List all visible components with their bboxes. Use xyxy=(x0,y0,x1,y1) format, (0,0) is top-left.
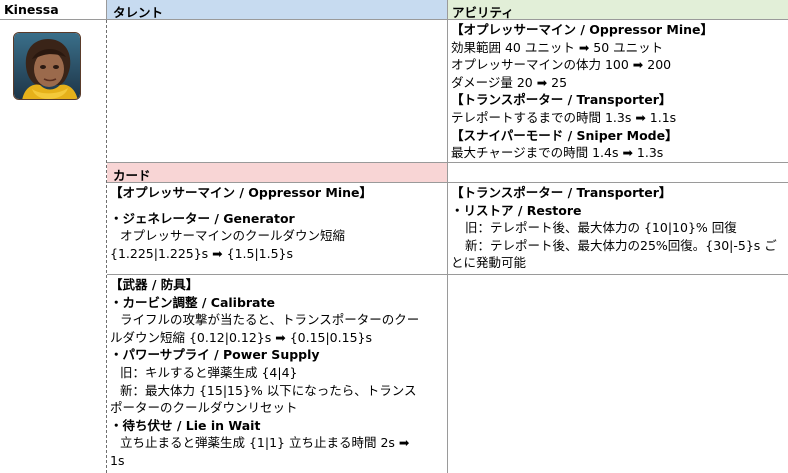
card-oppressor-mine-cell[interactable]: 【オプレッサーマイン / Oppressor Mine】 ・ジェネレーター / … xyxy=(107,183,448,275)
card-header-empty-cell[interactable] xyxy=(448,163,788,183)
weapon-item-desc: ポーターのクールダウンリセット xyxy=(110,400,298,416)
ability-title-sniper-mode: 【スナイパーモード / Sniper Mode】 xyxy=(451,127,678,143)
portrait-image xyxy=(14,33,80,99)
card-item-name: ・リストア / Restore xyxy=(451,202,582,218)
spreadsheet: Kinessa タレント アビリティ 【オプレッサーマイン / Oppresso… xyxy=(0,0,788,473)
card-transporter-cell[interactable]: 【トランスポーター / Transporter】 ・リストア / Restore… xyxy=(448,183,788,275)
ability-line: オプレッサーマインの体力 100 ➡ 200 xyxy=(451,57,672,73)
weapon-item-desc: 立ち止まると弾薬生成 {1|1} 立ち止まる時間 2s ➡ xyxy=(120,435,410,451)
weapon-item-desc: 旧：キルすると弾薬生成 {4|4} xyxy=(120,364,298,380)
weapon-right-empty-cell[interactable] xyxy=(448,275,788,473)
champion-cell[interactable] xyxy=(0,20,107,473)
champion-name-header[interactable]: Kinessa xyxy=(0,0,107,20)
card-item-desc: とに発動可能 xyxy=(451,255,527,271)
card-item-desc: 新：テレポート後、最大体力の25%回復。{30|-5}s ご xyxy=(465,237,777,253)
card-title: 【トランスポーター / Transporter】 xyxy=(451,185,672,200)
ability-column-header[interactable]: アビリティ xyxy=(448,0,788,20)
card-item-name: ・ジェネレーター / Generator xyxy=(110,210,295,226)
ability-line: 効果範囲 40 ユニット ➡ 50 ユニット xyxy=(451,39,664,55)
ability-title-transporter: 【トランスポーター / Transporter】 xyxy=(451,92,672,108)
weapon-item-name: ・パワーサプライ / Power Supply xyxy=(110,347,320,363)
weapon-item-desc: 1s xyxy=(110,452,125,468)
ability-changes-cell[interactable]: 【オプレッサーマイン / Oppressor Mine】 効果範囲 40 ユニッ… xyxy=(448,20,788,163)
weapon-section-title: 【武器 / 防具】 xyxy=(110,277,199,292)
card-item-desc: オプレッサーマインのクールダウン短縮 xyxy=(120,228,346,244)
talent-column-header[interactable]: タレント xyxy=(107,0,448,20)
weapon-item-desc: ルダウン短縮 {0.12|0.12}s ➡ {0.15|0.15}s xyxy=(110,329,372,345)
champion-portrait xyxy=(13,32,81,100)
talent-cell-empty[interactable] xyxy=(107,20,448,163)
card-title: 【オプレッサーマイン / Oppressor Mine】 xyxy=(110,185,373,200)
ability-line: ダメージ量 20 ➡ 25 xyxy=(451,74,568,90)
card-item-desc: {1.225|1.225}s ➡ {1.5|1.5}s xyxy=(110,245,294,261)
weapon-item-desc: ライフルの攻撃が当たると、トランスポーターのクー xyxy=(120,312,420,328)
weapon-item-desc: 新：最大体力 {15|15}% 以下になったら、トランス xyxy=(120,382,417,398)
card-item-desc: 旧：テレポート後、最大体力の {10|10}% 回復 xyxy=(465,220,737,236)
ability-line: 最大チャージまでの時間 1.4s ➡ 1.3s xyxy=(451,145,664,161)
weapon-item-name: ・待ち伏せ / Lie in Wait xyxy=(110,417,261,433)
weapon-item-name: ・カービン調整 / Calibrate xyxy=(110,294,275,310)
weapon-armor-cell[interactable]: 【武器 / 防具】 ・カービン調整 / Calibrate ライフルの攻撃が当た… xyxy=(107,275,448,473)
ability-title-oppressor-mine: 【オプレッサーマイン / Oppressor Mine】 xyxy=(451,22,714,37)
card-section-header[interactable]: カード xyxy=(107,163,448,183)
ability-line: テレポートするまでの時間 1.3s ➡ 1.1s xyxy=(451,109,677,125)
